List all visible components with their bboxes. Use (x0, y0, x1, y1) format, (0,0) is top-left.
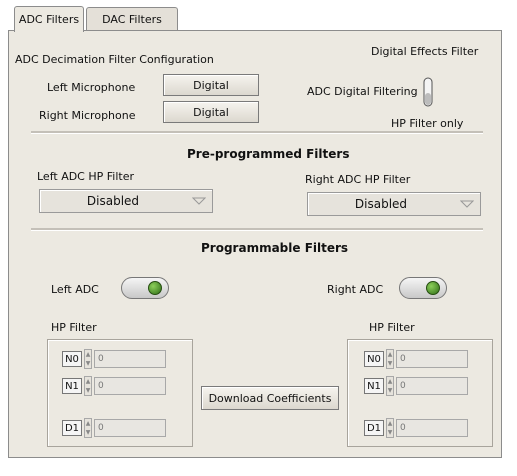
spinner-icon[interactable]: ▲ ▼ (386, 376, 394, 396)
right-microphone-mode-value: Digital (193, 105, 229, 119)
decimation-title: ADC Decimation Filter Configuration (15, 53, 214, 66)
left-adc-hp-filter-value: Disabled (86, 194, 140, 208)
left-adc-enable-toggle[interactable] (121, 277, 169, 299)
adc-digital-filtering-switch[interactable] (423, 77, 433, 107)
adc-filters-panel: ADC Decimation Filter Configuration Left… (8, 30, 502, 458)
right-adc-hp-filter-select[interactable]: Disabled (307, 192, 481, 216)
spinner-icon[interactable]: ▲ ▼ (386, 349, 394, 369)
spinner-icon[interactable]: ▲ ▼ (84, 349, 92, 369)
coefficient-label: N0 (364, 351, 384, 367)
right-microphone-label: Right Microphone (39, 109, 136, 122)
spinner-icon[interactable]: ▲ ▼ (84, 418, 92, 438)
tab-dac-filters[interactable]: DAC Filters (86, 7, 178, 31)
right-microphone-mode-button[interactable]: Digital (163, 101, 259, 123)
right-hp-filter-label: HP Filter (369, 321, 415, 334)
tab-adc-filters[interactable]: ADC Filters (14, 6, 84, 32)
left-n0-input[interactable]: 0 (94, 350, 166, 368)
right-d1-input[interactable]: 0 (396, 419, 468, 437)
coefficient-label: N1 (62, 378, 82, 394)
right-adc-label: Right ADC (327, 283, 384, 296)
coefficient-label: D1 (364, 420, 384, 436)
right-n1-input[interactable]: 0 (396, 377, 468, 395)
spinner-icon[interactable]: ▲ ▼ (386, 418, 394, 438)
download-coefficients-button[interactable]: Download Coefficients (201, 386, 339, 410)
left-hp-filter-label: HP Filter (51, 321, 97, 334)
download-coefficients-label: Download Coefficients (208, 391, 332, 405)
preprogrammed-title: Pre-programmed Filters (187, 147, 350, 161)
coefficient-label: N1 (364, 378, 384, 394)
left-adc-hp-filter-label: Left ADC HP Filter (37, 170, 135, 183)
tab-label: ADC Filters (18, 13, 80, 26)
left-d1-coefficient: D1 ▲ ▼ 0 (62, 418, 166, 438)
right-n1-coefficient: N1 ▲ ▼ 0 (364, 376, 468, 396)
divider (31, 228, 483, 231)
coefficient-label: D1 (62, 420, 82, 436)
right-adc-hp-filter-value: Disabled (354, 197, 408, 211)
right-adc-enable-toggle[interactable] (399, 277, 447, 299)
spinner-icon[interactable]: ▲ ▼ (84, 376, 92, 396)
left-hp-filter-group: N0 ▲ ▼ 0 N1 ▲ ▼ 0 D1 ▲ ▼ 0 (47, 339, 193, 447)
dropdown-arrow-icon (454, 193, 480, 215)
right-n0-coefficient: N0 ▲ ▼ 0 (364, 349, 468, 369)
programmable-title: Programmable Filters (201, 241, 349, 255)
right-hp-filter-group: N0 ▲ ▼ 0 N1 ▲ ▼ 0 D1 ▲ ▼ 0 (347, 339, 493, 447)
left-adc-label: Left ADC (51, 283, 99, 296)
divider (31, 131, 483, 134)
left-d1-input[interactable]: 0 (94, 419, 166, 437)
digital-effects-title: Digital Effects Filter (371, 45, 479, 58)
right-adc-hp-filter-label: Right ADC HP Filter (305, 173, 411, 186)
right-n0-input[interactable]: 0 (396, 350, 468, 368)
left-n1-input[interactable]: 0 (94, 377, 166, 395)
left-n0-coefficient: N0 ▲ ▼ 0 (62, 349, 166, 369)
left-n1-coefficient: N1 ▲ ▼ 0 (62, 376, 166, 396)
toggle-switch-icon (423, 77, 433, 107)
coefficient-label: N0 (62, 351, 82, 367)
left-microphone-mode-button[interactable]: Digital (163, 74, 259, 96)
left-adc-hp-filter-select[interactable]: Disabled (39, 189, 213, 213)
toggle-knob-icon (148, 281, 162, 295)
tab-label: DAC Filters (102, 13, 162, 26)
toggle-knob-icon (426, 281, 440, 295)
adc-digital-filtering-state: HP Filter only (391, 117, 464, 130)
left-microphone-label: Left Microphone (47, 81, 136, 94)
adc-digital-filtering-label: ADC Digital Filtering (307, 85, 418, 98)
left-microphone-mode-value: Digital (193, 78, 229, 92)
dropdown-arrow-icon (186, 190, 212, 212)
right-d1-coefficient: D1 ▲ ▼ 0 (364, 418, 468, 438)
